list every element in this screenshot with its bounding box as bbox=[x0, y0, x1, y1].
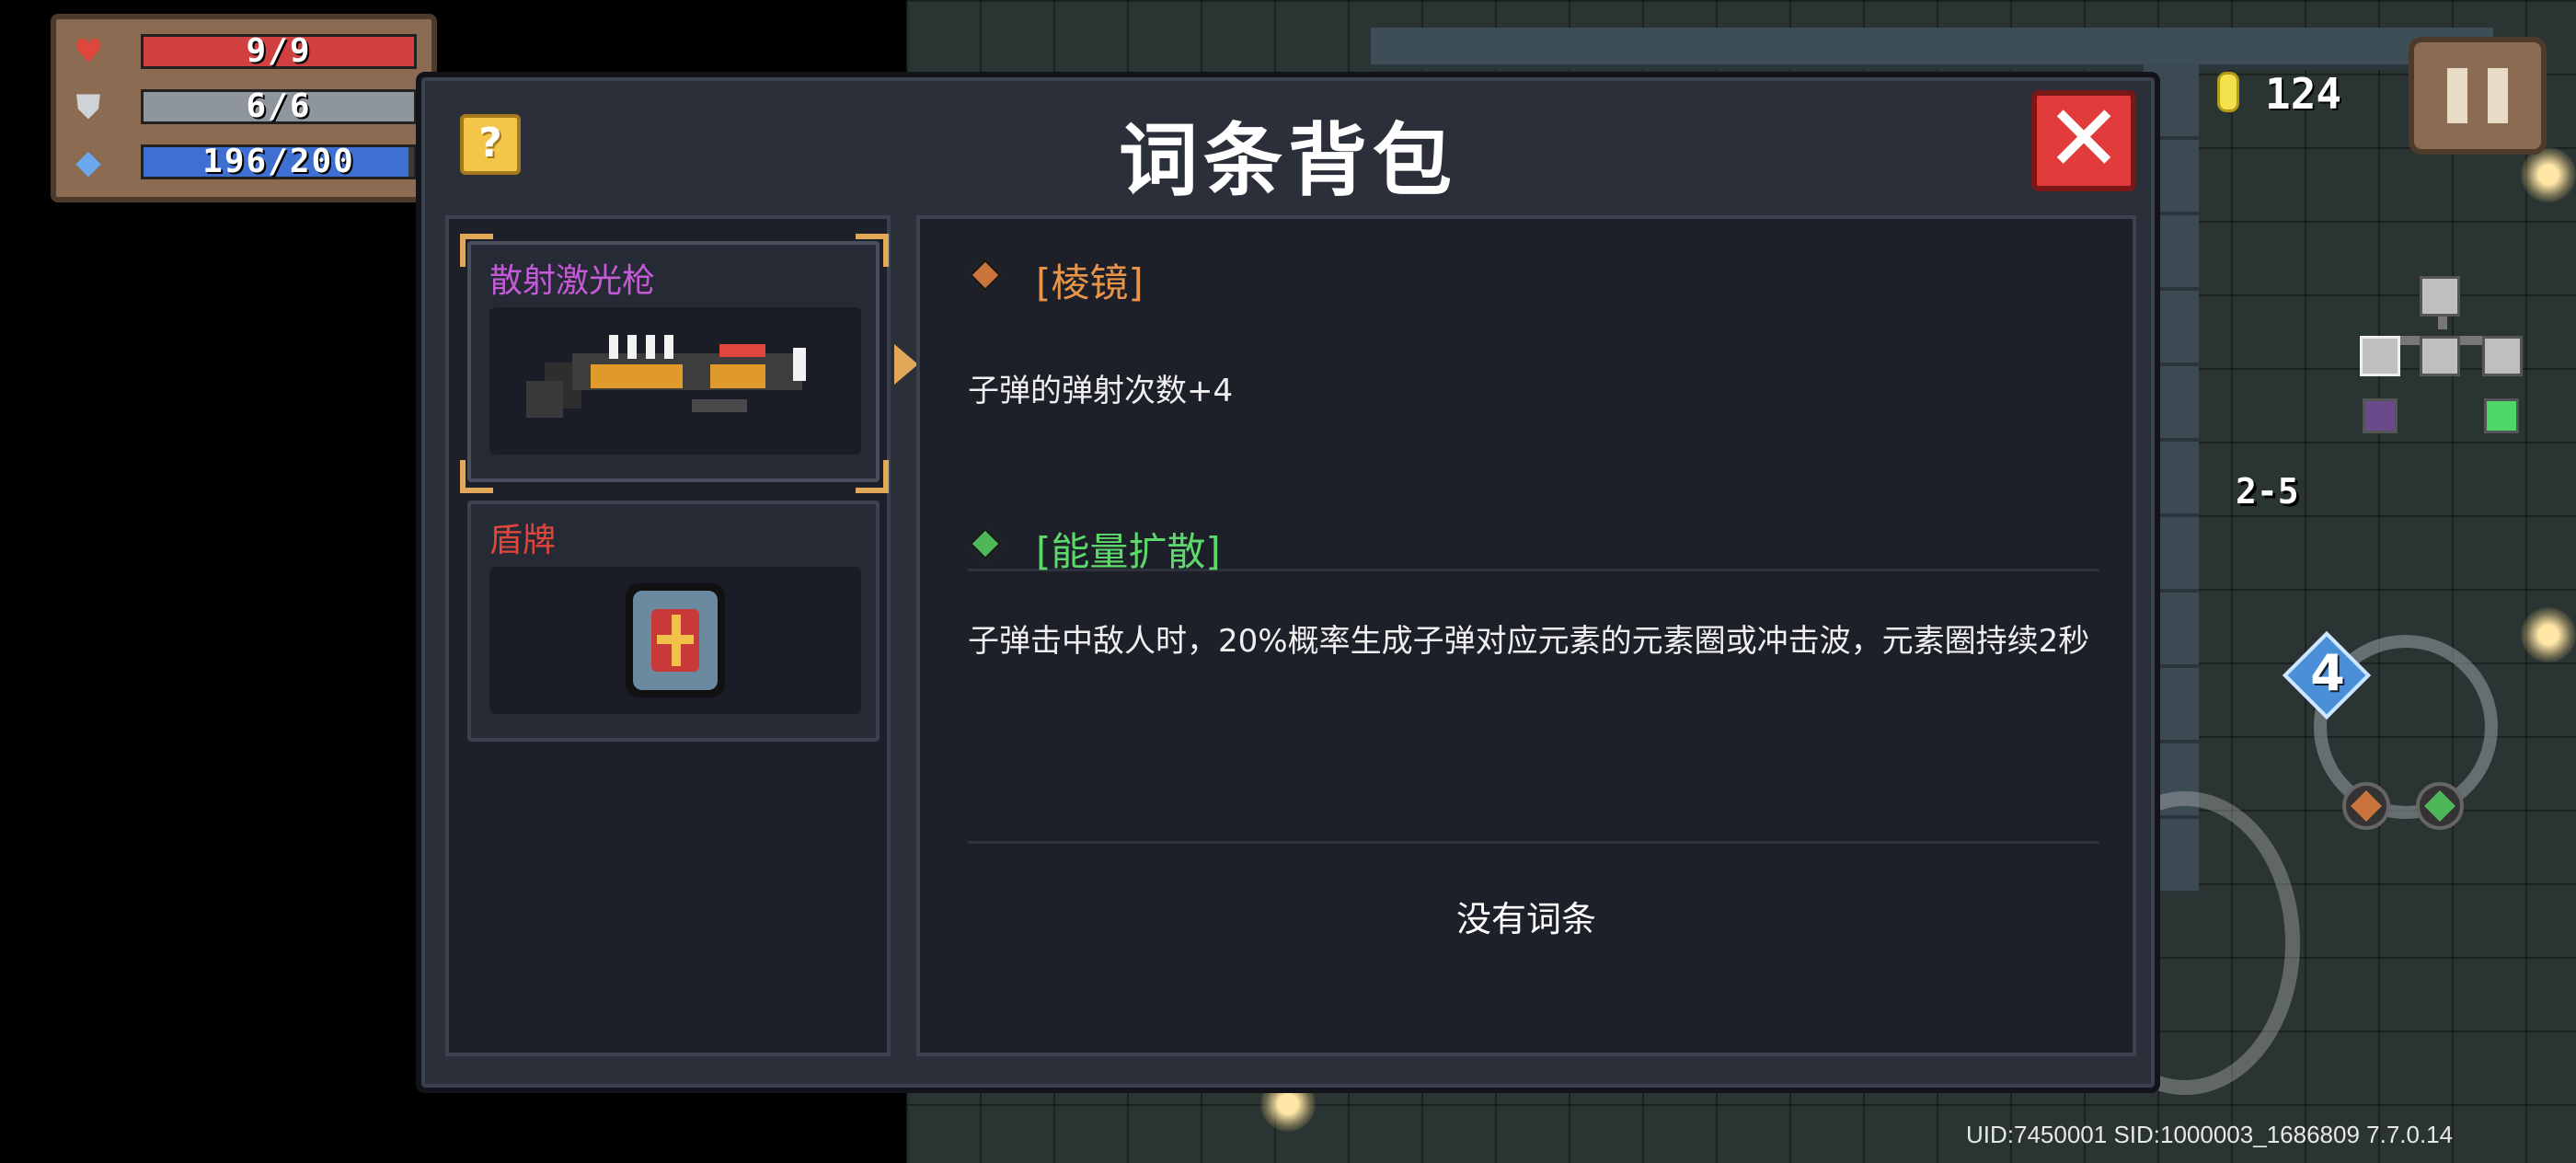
minimap-room bbox=[2420, 276, 2460, 317]
health-value: 9/9 bbox=[246, 32, 312, 70]
energy-row: ◆ 196/200 bbox=[67, 141, 426, 183]
health-row: ♥ 9/9 bbox=[67, 30, 426, 73]
empty-affix-slot: 没有词条 bbox=[1455, 899, 1596, 939]
minimap-room-exit bbox=[2484, 398, 2519, 433]
selection-corner bbox=[856, 460, 889, 493]
diamond-icon: ◆ bbox=[75, 144, 101, 181]
selection-pointer-icon bbox=[894, 344, 918, 385]
affix-detail-panel: [棱镜] 子弹的弹射次数+4 [能量扩散] 子弹击中敌人时，20%概率生成子弹对… bbox=[916, 215, 2136, 1056]
affix-name-prism: [棱镜] bbox=[1036, 260, 1144, 305]
energy-value: 196/200 bbox=[202, 143, 355, 180]
player-stats-panel: ♥ 9/9 ⛊ 6/6 ◆ 196/200 bbox=[51, 14, 437, 202]
pause-icon bbox=[2447, 68, 2467, 123]
item-card-laser-gun[interactable]: 散射激光枪 bbox=[467, 241, 880, 482]
item-card-shield[interactable]: 盾牌 bbox=[467, 501, 880, 742]
help-button[interactable]: ? bbox=[460, 114, 521, 175]
coin-count: 124 bbox=[2265, 69, 2342, 119]
armor-value: 6/6 bbox=[246, 87, 312, 125]
torch-icon bbox=[2521, 147, 2576, 202]
item-image-box bbox=[489, 567, 861, 714]
minimap-room bbox=[2482, 336, 2523, 376]
uid-info: UID:7450001 SID:1000003_1686809 7.7.0.14 bbox=[1966, 1121, 2454, 1148]
selection-corner bbox=[460, 460, 493, 493]
prism-gem-icon bbox=[968, 258, 1003, 293]
energy-bar: 196/200 bbox=[141, 144, 417, 179]
torch-icon bbox=[2521, 607, 2576, 662]
energy-cost-value: 4 bbox=[2310, 644, 2345, 702]
gem-icon bbox=[2351, 790, 2382, 822]
item-name: 盾牌 bbox=[489, 522, 557, 559]
shield-icon: ⛊ bbox=[75, 88, 101, 126]
gem-icon bbox=[2424, 790, 2455, 822]
affix-slot-prism bbox=[2342, 782, 2390, 830]
affix-description-energy-spread: 子弹击中敌人时，20%概率生成子弹对应元素的元素圈或冲击波，元素圈持续2秒 bbox=[968, 623, 2090, 660]
selection-corner bbox=[856, 234, 889, 267]
affix-name-energy-spread: [能量扩散] bbox=[1036, 529, 1221, 574]
gem-diamond bbox=[968, 258, 1003, 293]
minimap-room bbox=[2420, 336, 2460, 376]
armor-row: ⛊ 6/6 bbox=[67, 86, 426, 128]
affix-description-prism: 子弹的弹射次数+4 bbox=[968, 373, 1234, 409]
close-button[interactable]: ✕ bbox=[2031, 85, 2136, 192]
level-label: 2-5 bbox=[2236, 471, 2299, 512]
affix-slot-energy bbox=[2416, 782, 2464, 830]
item-image-box bbox=[489, 307, 861, 455]
heart-icon: ♥ bbox=[73, 33, 104, 71]
armor-bar: 6/6 bbox=[141, 89, 417, 124]
shield-item-icon bbox=[626, 583, 725, 697]
affix-backpack-dialog: 词条背包 ? ✕ 散射激光枪 盾牌 [棱镜] 子弹的弹射次数+4 [能量扩散] … bbox=[416, 72, 2160, 1093]
item-list-panel: 散射激光枪 盾牌 bbox=[445, 215, 891, 1056]
gem-diamond bbox=[968, 526, 1003, 561]
item-name: 散射激光枪 bbox=[489, 262, 656, 300]
energy-gem-icon bbox=[968, 526, 1003, 561]
pause-icon-bar bbox=[2488, 68, 2508, 123]
minimap-room-shop bbox=[2363, 398, 2398, 433]
laser-gun-icon bbox=[526, 335, 806, 418]
minimap-room-current bbox=[2360, 336, 2400, 376]
pause-button[interactable] bbox=[2409, 37, 2547, 155]
coin-icon bbox=[2217, 72, 2239, 112]
selection-corner bbox=[460, 234, 493, 267]
divider bbox=[968, 841, 2099, 844]
close-icon: ✕ bbox=[2045, 85, 2122, 192]
dungeon-wall bbox=[1371, 28, 2493, 70]
health-bar: 9/9 bbox=[141, 34, 417, 69]
dialog-title: 词条背包 bbox=[1119, 115, 1457, 207]
